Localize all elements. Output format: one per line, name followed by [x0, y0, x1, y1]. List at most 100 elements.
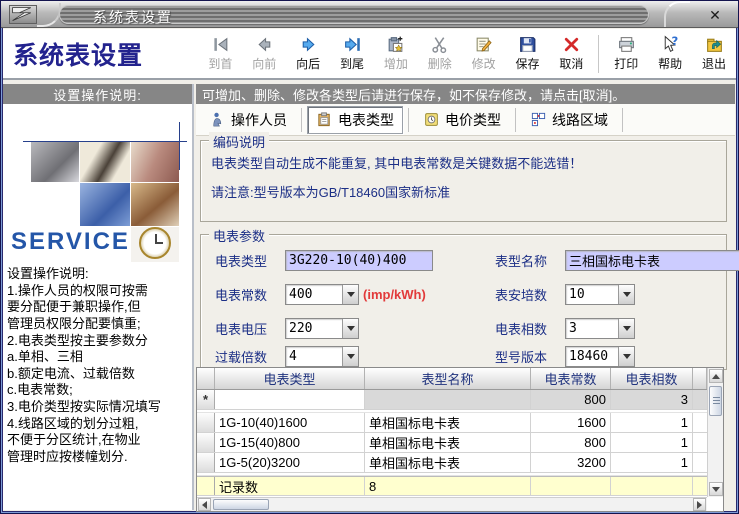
save-button[interactable]: 保存: [506, 32, 550, 76]
scroll-left-icon[interactable]: [198, 498, 211, 511]
table-new-row[interactable]: * 800 3: [197, 390, 707, 410]
encoding-groupbox: 编码说明 电表类型自动生成不能重复, 其中电表常数是关键数据不能选错！ 请注意:…: [200, 132, 727, 222]
record-count-value: 8: [365, 477, 531, 495]
service-collage-image: SERVICE: [3, 104, 192, 262]
watch-face-icon: [139, 227, 171, 259]
header-selector-cell[interactable]: [197, 368, 215, 389]
chevron-down-icon[interactable]: [618, 284, 634, 304]
titlebar: 系统表设置 ✕: [1, 1, 738, 28]
record-count-label: 记录数: [215, 477, 365, 495]
cell-constant[interactable]: 800: [531, 433, 611, 452]
column-header-phase[interactable]: 电表相数: [611, 368, 693, 389]
cell-constant[interactable]: 1600: [531, 413, 611, 432]
meter-type-input[interactable]: [285, 249, 433, 271]
row-selector[interactable]: [197, 453, 215, 472]
add-button: 增加: [374, 32, 418, 76]
main-panel: 可增加、删除、修改各类型后请进行保存，如不保存修改，请点击[取消]。 操作人员 …: [196, 84, 739, 512]
window-title: 系统表设置: [93, 9, 173, 25]
tab-operators[interactable]: 操作人员: [200, 106, 296, 134]
add-record-icon: [389, 36, 403, 52]
version-combobox[interactable]: 18460: [565, 345, 635, 367]
cell-meter-type[interactable]: [215, 390, 365, 409]
close-icon[interactable]: ✕: [704, 5, 726, 25]
go-first-icon: [214, 37, 228, 52]
service-text: SERVICE: [11, 228, 130, 255]
photo-watch: [131, 227, 179, 262]
table-row[interactable]: 1G-10(40)1600 单相国标电卡表 1600 1: [197, 413, 707, 433]
cell-model-name[interactable]: 单相国标电卡表: [365, 413, 531, 432]
cell-model-name[interactable]: 单相国标电卡表: [365, 453, 531, 472]
horizontal-scroll-thumb[interactable]: [213, 499, 269, 510]
svg-text:?: ?: [671, 35, 678, 48]
photo-pen: [80, 142, 130, 182]
last-button[interactable]: 到尾: [330, 32, 374, 76]
photo-straps: [131, 142, 179, 182]
meter-constant-label: 电表常数: [215, 287, 268, 303]
first-button: 到首: [198, 32, 242, 76]
exit-button[interactable]: 退出: [692, 32, 736, 76]
floppy-disk-icon: [520, 37, 536, 52]
version-label: 型号版本: [495, 349, 548, 365]
cell-constant[interactable]: 3200: [531, 453, 611, 472]
row-selector[interactable]: [197, 413, 215, 432]
cell-model-name[interactable]: 单相国标电卡表: [365, 433, 531, 452]
encoding-groupbox-title: 编码说明: [209, 132, 270, 151]
scissors-icon: [432, 37, 447, 54]
help-button[interactable]: ? 帮助: [648, 32, 692, 76]
vertical-scroll-thumb[interactable]: [709, 386, 722, 416]
overload-combobox[interactable]: 4: [285, 345, 359, 367]
tab-meter-type[interactable]: 电表类型: [307, 105, 403, 134]
table-row[interactable]: 1G-15(40)800 单相国标电卡表 800 1: [197, 433, 707, 453]
column-header-model-name[interactable]: 表型名称: [365, 368, 531, 389]
region-boxes-icon: [531, 112, 546, 127]
chevron-down-icon[interactable]: [342, 284, 358, 304]
print-button[interactable]: 打印: [604, 32, 648, 76]
chevron-down-icon[interactable]: [618, 346, 634, 366]
modify-button: 修改: [462, 32, 506, 76]
overload-label: 过载倍数: [215, 349, 268, 365]
titlebar-swoosh-right: [664, 1, 690, 27]
row-selector[interactable]: *: [197, 390, 215, 409]
vertical-scrollbar[interactable]: [707, 368, 723, 497]
cell-meter-type[interactable]: 1G-5(20)3200: [215, 453, 365, 472]
scroll-down-icon[interactable]: [709, 482, 723, 496]
toolbar-separator: [598, 34, 600, 73]
column-header-meter-type[interactable]: 电表类型: [215, 368, 365, 389]
cell-constant[interactable]: 800: [531, 390, 611, 409]
record-count-row: 记录数 8: [197, 476, 707, 496]
cell-model-name[interactable]: [365, 390, 531, 409]
cell-phase[interactable]: 1: [611, 433, 693, 452]
cell-phase[interactable]: 1: [611, 413, 693, 432]
voltage-combobox[interactable]: 220: [285, 317, 359, 339]
photo-tools: [31, 142, 79, 182]
tab-price-type[interactable]: 电价类型: [414, 106, 510, 134]
cell-meter-type[interactable]: 1G-10(40)1600: [215, 413, 365, 432]
model-name-label: 表型名称: [495, 253, 548, 269]
chevron-down-icon[interactable]: [342, 318, 358, 338]
cell-meter-type[interactable]: 1G-15(40)800: [215, 433, 365, 452]
edit-icon: [476, 37, 492, 52]
tab-line-region[interactable]: 线路区域: [521, 106, 617, 134]
instructions-text: 设置操作说明: 1.操作人员的权限可按需 要分配便于兼职操作,但 管理员权限分配…: [7, 266, 161, 464]
scroll-right-icon[interactable]: [693, 498, 706, 511]
chevron-down-icon[interactable]: [342, 346, 358, 366]
ampere-label: 表安培数: [495, 287, 548, 303]
page-title: 系统表设置: [13, 41, 144, 70]
phase-label: 电表相数: [495, 321, 548, 337]
exit-folder-icon: [706, 38, 722, 52]
person-icon: [213, 112, 222, 127]
ampere-combobox[interactable]: 10: [565, 283, 635, 305]
horizontal-scrollbar[interactable]: [197, 497, 707, 511]
phase-combobox[interactable]: 3: [565, 317, 635, 339]
meter-constant-combobox[interactable]: 400: [285, 283, 359, 305]
cell-phase[interactable]: 3: [611, 390, 693, 409]
cancel-button[interactable]: 取消: [549, 32, 593, 76]
chevron-down-icon[interactable]: [618, 318, 634, 338]
scroll-up-icon[interactable]: [709, 369, 723, 383]
model-name-input[interactable]: [565, 249, 739, 271]
next-button[interactable]: 向后: [286, 32, 330, 76]
cell-phase[interactable]: 1: [611, 453, 693, 472]
column-header-constant[interactable]: 电表常数: [531, 368, 611, 389]
table-row[interactable]: 1G-5(20)3200 单相国标电卡表 3200 1: [197, 453, 707, 473]
row-selector[interactable]: [197, 433, 215, 452]
